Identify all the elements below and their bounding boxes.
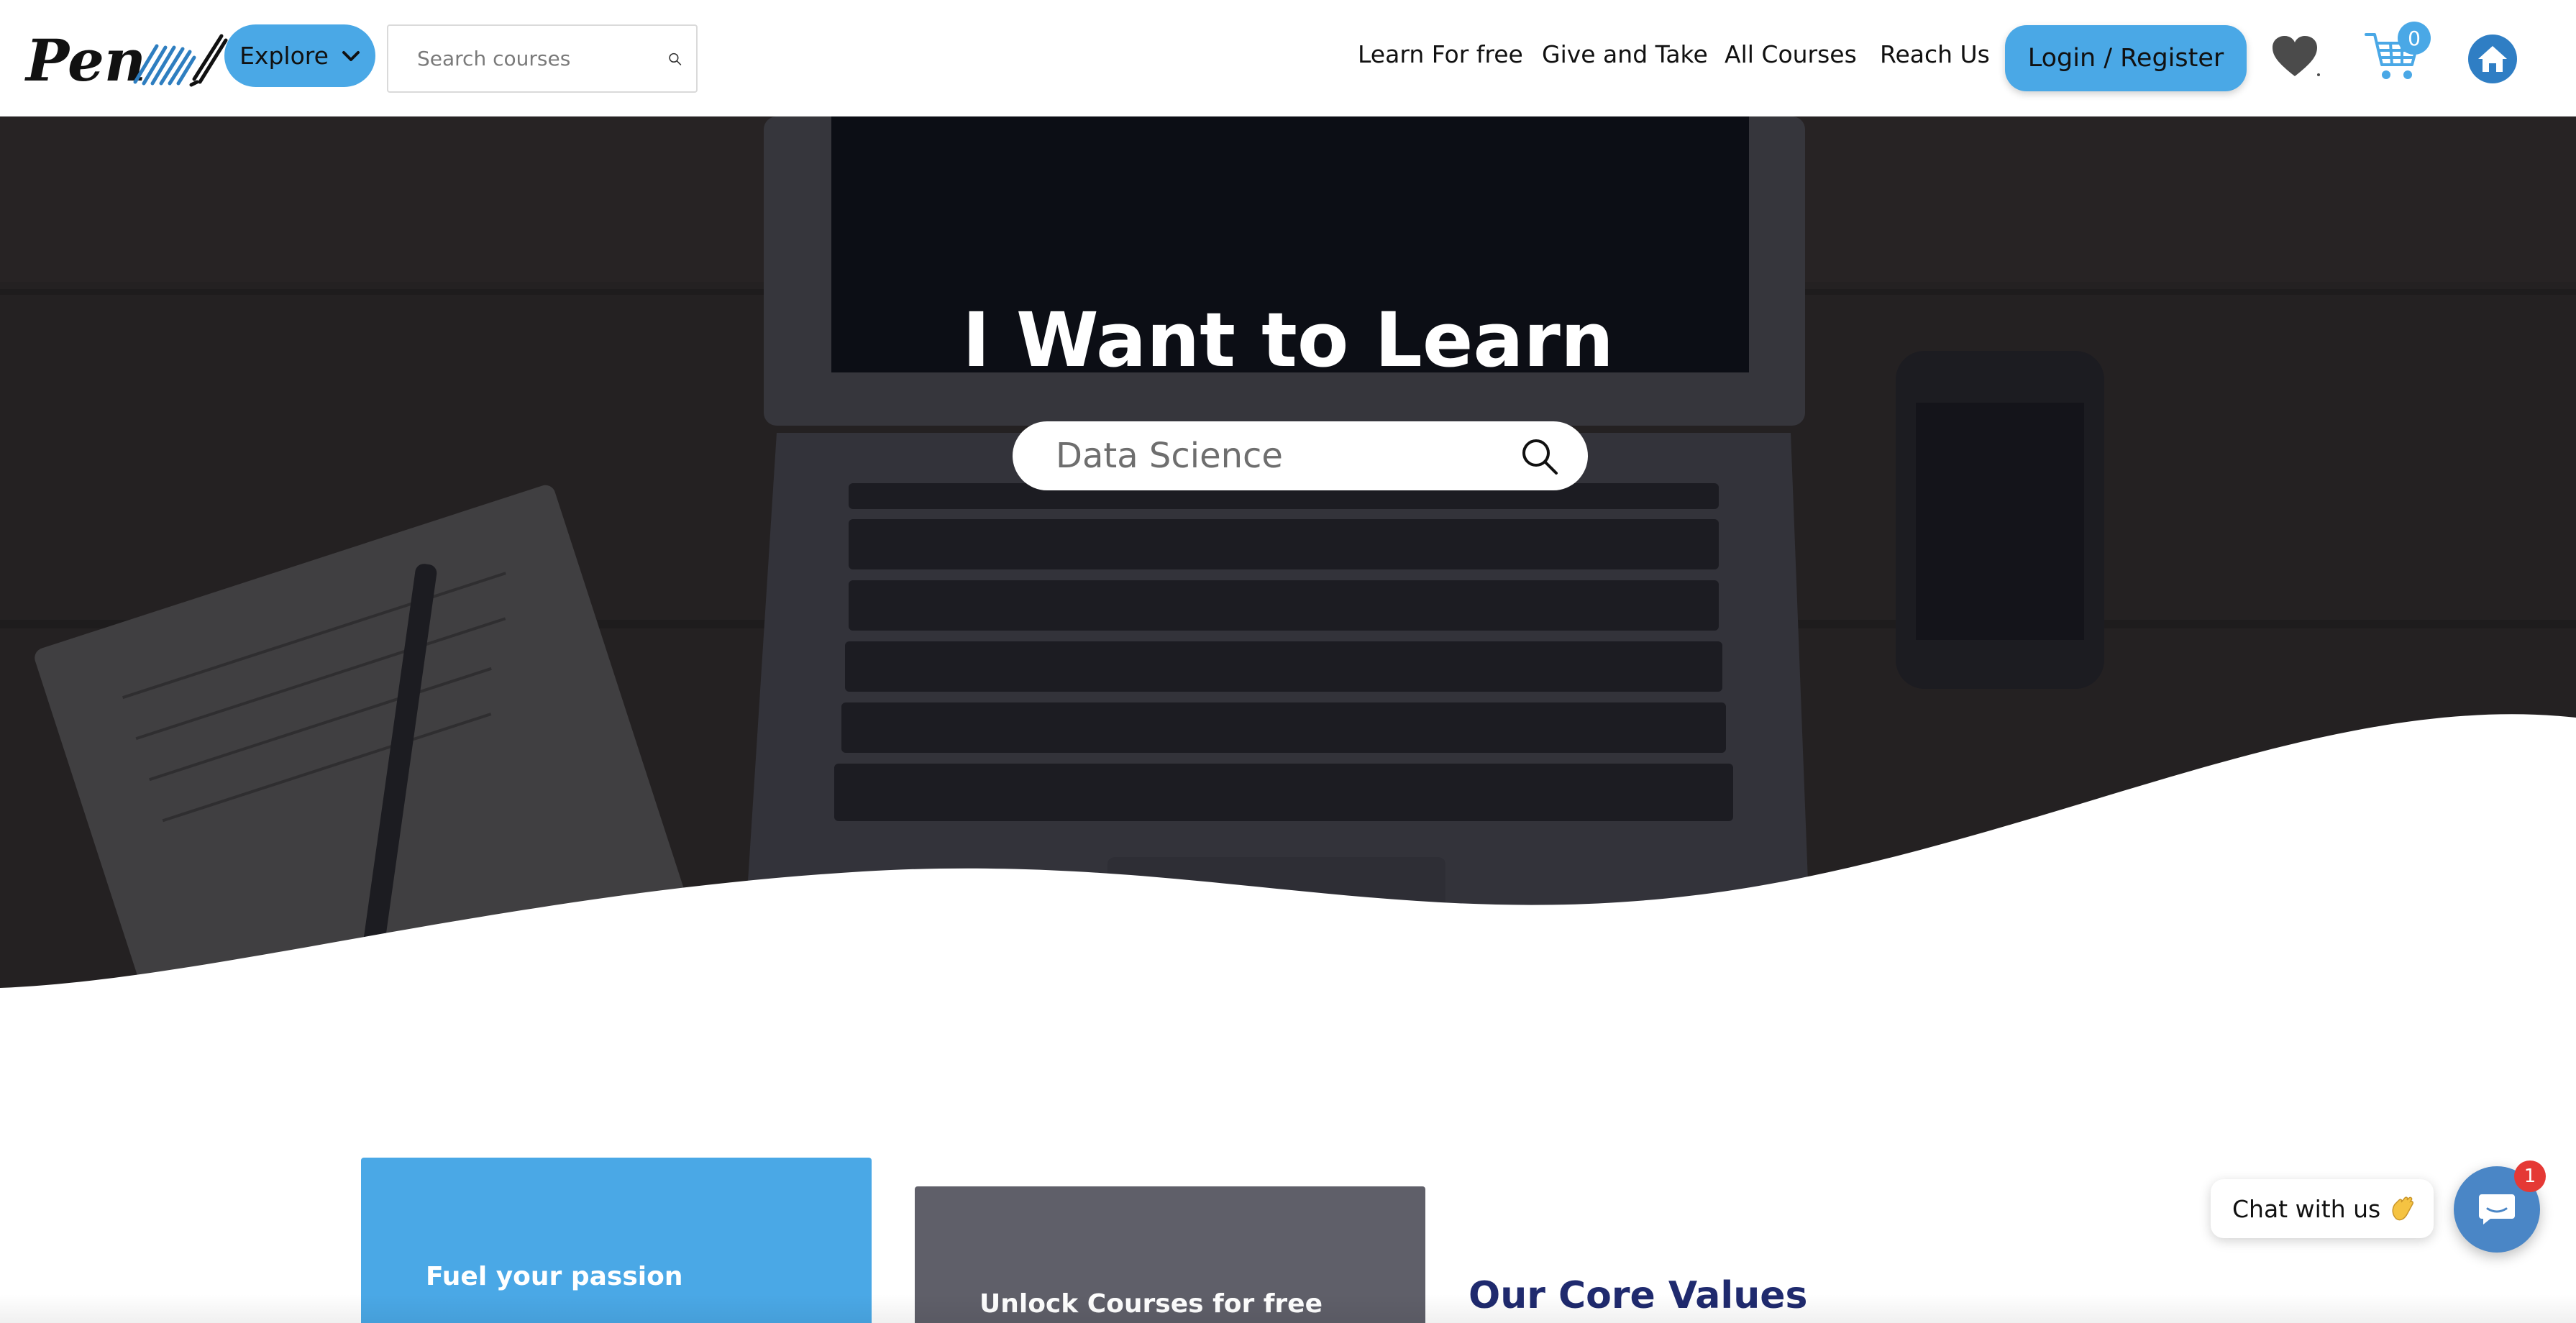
chevron-down-icon bbox=[342, 50, 360, 61]
login-register-button[interactable]: Login / Register bbox=[2005, 25, 2247, 91]
page: Pen Explore Search courses Learn For fre… bbox=[0, 0, 2576, 1323]
search-icon[interactable] bbox=[668, 46, 682, 72]
wave-hand-icon bbox=[2392, 1196, 2414, 1221]
search-input[interactable] bbox=[417, 47, 668, 70]
chat-icon bbox=[2479, 1194, 2515, 1224]
nav-all-courses[interactable]: All Courses bbox=[1725, 40, 1857, 76]
explore-button[interactable]: Explore bbox=[224, 24, 375, 87]
site-header: Pen Explore Search courses Learn For fre… bbox=[0, 0, 2576, 116]
hero-title: I Want to Learn bbox=[962, 296, 1614, 384]
explore-label: Explore bbox=[239, 42, 329, 70]
chat-prompt[interactable]: Chat with us bbox=[2211, 1179, 2434, 1238]
nav-learn-for-free[interactable]: Learn For free bbox=[1358, 40, 1523, 76]
chat-label: Chat with us bbox=[2232, 1194, 2381, 1223]
card-label: Fuel your passion bbox=[426, 1262, 683, 1291]
card-label: Unlock Courses for free bbox=[979, 1289, 1323, 1319]
logo-pen-icon bbox=[133, 34, 228, 87]
cart-count-badge: 0 bbox=[2398, 22, 2431, 55]
chat-notification-badge: 1 bbox=[2514, 1161, 2546, 1192]
search-icon[interactable] bbox=[1519, 436, 1559, 476]
hero-background-image bbox=[0, 116, 2576, 994]
section-title-core-values: Our Core Values bbox=[1469, 1274, 1808, 1317]
feature-card-unlock-courses[interactable]: Unlock Courses for free bbox=[915, 1186, 1425, 1323]
home-icon[interactable] bbox=[2467, 33, 2518, 85]
hero-search-value[interactable]: Data Science bbox=[1056, 436, 1519, 476]
hero-banner: I Want to Learn Data Science bbox=[0, 116, 2576, 994]
nav-give-and-take[interactable]: Give and Take bbox=[1542, 40, 1708, 76]
header-search bbox=[387, 24, 698, 93]
hero-search-field[interactable]: Data Science bbox=[1013, 421, 1588, 490]
feature-card-fuel-passion[interactable]: Fuel your passion bbox=[361, 1158, 872, 1323]
heart-icon[interactable] bbox=[2271, 35, 2321, 79]
logo[interactable]: Pen bbox=[26, 26, 228, 98]
nav-reach-us[interactable]: Reach Us bbox=[1880, 40, 1990, 76]
